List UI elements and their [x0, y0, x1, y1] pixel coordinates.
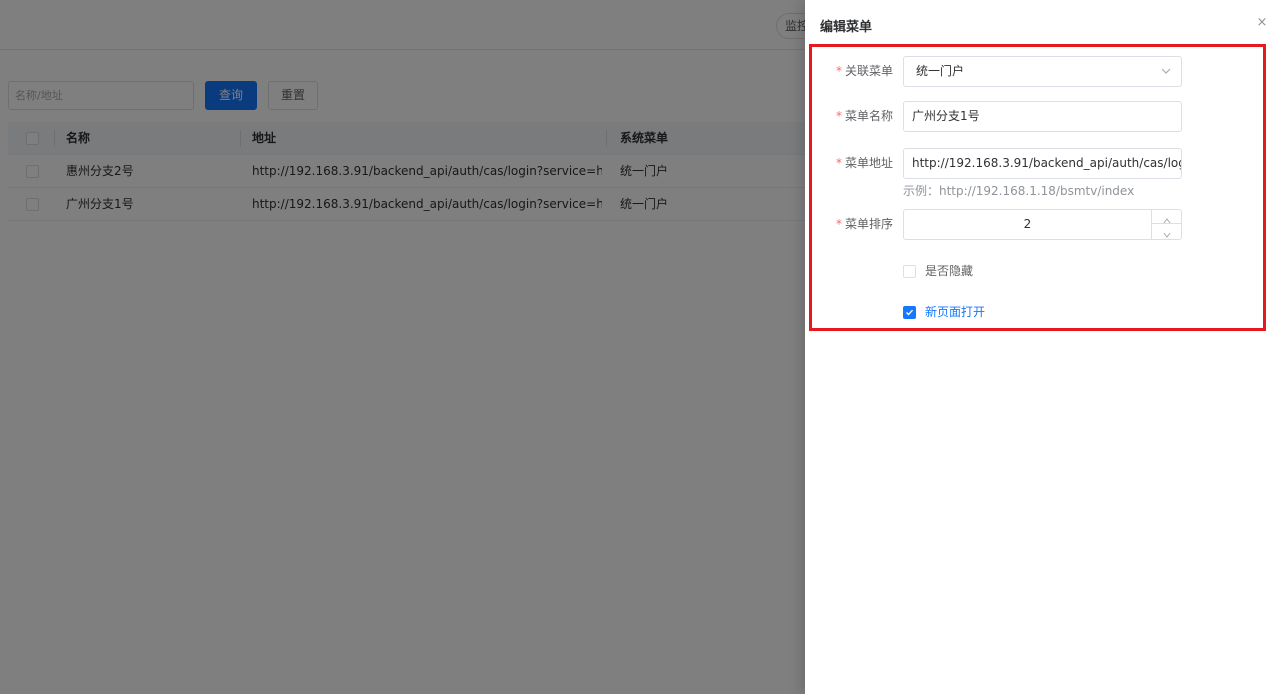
- hidden-checkbox[interactable]: [903, 265, 916, 278]
- menu-url-label: * 菜单地址: [815, 148, 893, 179]
- edit-menu-drawer: 编辑菜单 × * 关联菜单 统一门户 * 菜单名称 广州分支1号 * 菜单地址 htt…: [805, 0, 1287, 694]
- chevron-down-icon: [1161, 68, 1171, 74]
- decrement-button[interactable]: [1152, 224, 1181, 238]
- menu-name-label: * 菜单名称: [815, 101, 893, 132]
- drawer-title: 编辑菜单: [820, 20, 873, 35]
- related-menu-label: * 关联菜单: [815, 56, 893, 87]
- stepper-buttons: [1151, 210, 1181, 239]
- menu-name-value: 广州分支1号: [912, 109, 980, 123]
- check-icon: [906, 309, 914, 316]
- required-mark: *: [835, 109, 842, 123]
- menu-order-label-text: 菜单排序: [844, 217, 893, 231]
- menu-url-label-text: 菜单地址: [844, 156, 893, 170]
- close-icon[interactable]: ×: [1253, 13, 1271, 33]
- menu-name-label-text: 菜单名称: [844, 109, 893, 123]
- required-mark: *: [835, 64, 842, 78]
- new-page-checkbox-label: 新页面打开: [925, 305, 986, 319]
- hidden-checkbox-label: 是否隐藏: [925, 264, 974, 278]
- menu-url-hint: 示例：http://192.168.1.18/bsmtv/index: [903, 184, 1135, 198]
- related-menu-select[interactable]: 统一门户: [903, 56, 1182, 87]
- new-page-checkbox[interactable]: [903, 306, 916, 319]
- required-mark: *: [835, 217, 842, 231]
- required-mark: *: [835, 156, 842, 170]
- related-menu-label-text: 关联菜单: [844, 64, 893, 78]
- menu-url-value: http://192.168.3.91/backend_api/auth/cas…: [912, 156, 1181, 170]
- menu-order-label: * 菜单排序: [815, 209, 893, 240]
- menu-order-stepper[interactable]: 2: [903, 209, 1182, 240]
- chevron-down-icon: [1163, 232, 1170, 238]
- related-menu-value: 统一门户: [916, 64, 965, 78]
- menu-order-value: 2: [1023, 217, 1032, 231]
- increment-button[interactable]: [1152, 210, 1181, 224]
- menu-url-input[interactable]: http://192.168.3.91/backend_api/auth/cas…: [903, 148, 1182, 179]
- menu-name-input[interactable]: 广州分支1号: [903, 101, 1182, 132]
